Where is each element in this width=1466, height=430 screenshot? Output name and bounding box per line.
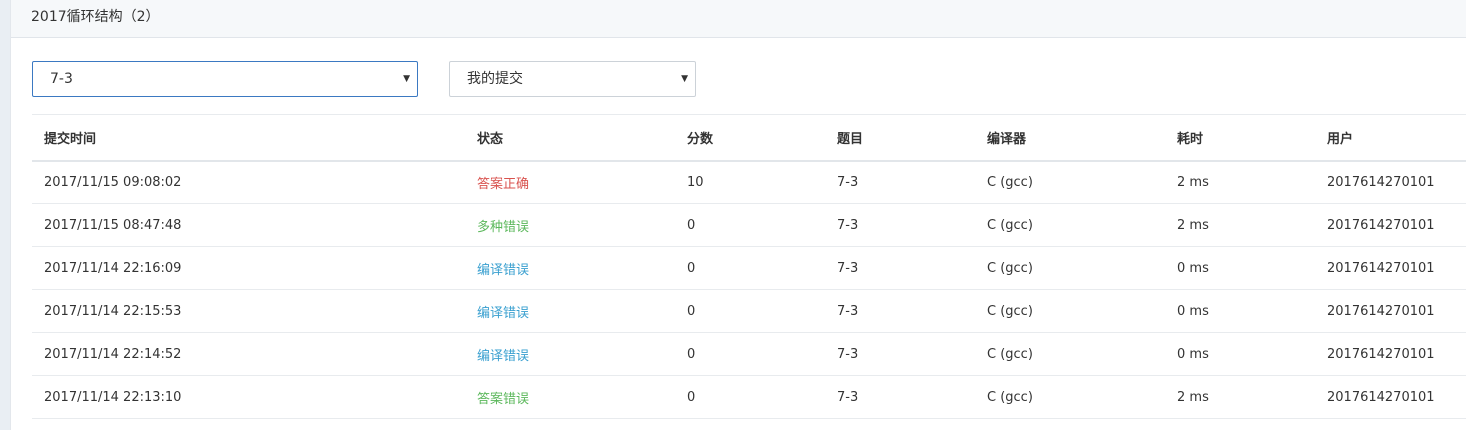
compiler: C (gcc) (975, 203, 1165, 247)
submit-time: 2017/11/14 22:16:09 (32, 246, 465, 290)
column-header-compiler: 编译器 (975, 114, 1165, 162)
submissions-table: 提交时间 状态 分数 题目 编译器 耗时 用户 2017/11/15 09:08… (32, 114, 1466, 419)
user-id: 2017614270101 (1315, 332, 1466, 376)
column-header-status: 状态 (465, 114, 675, 162)
table-row: 2017/11/15 09:08:02 答案正确 10 7-3 C (gcc) … (32, 160, 1466, 204)
user-id: 2017614270101 (1315, 246, 1466, 290)
chevron-down-icon: ▼ (403, 74, 410, 84)
compiler: C (gcc) (975, 289, 1165, 333)
time-cost: 0 ms (1165, 289, 1315, 333)
page-title: 2017循环结构（2） (31, 9, 160, 25)
time-cost: 2 ms (1165, 203, 1315, 247)
submit-time: 2017/11/15 09:08:02 (32, 160, 465, 204)
score-link[interactable]: 0 (675, 375, 825, 419)
table-row: 2017/11/14 22:15:53 编译错误 0 7-3 C (gcc) 0… (32, 289, 1466, 333)
problem-link[interactable]: 7-3 (825, 289, 975, 333)
user-id: 2017614270101 (1315, 203, 1466, 247)
table-row: 2017/11/14 22:16:09 编译错误 0 7-3 C (gcc) 0… (32, 246, 1466, 290)
column-header-problem: 题目 (825, 114, 975, 162)
status-link[interactable]: 答案正确 (465, 160, 675, 204)
compiler: C (gcc) (975, 246, 1165, 290)
submit-time: 2017/11/14 22:14:52 (32, 332, 465, 376)
submit-time: 2017/11/15 08:47:48 (32, 203, 465, 247)
scope-select-value: 我的提交 (467, 71, 523, 87)
table-row: 2017/11/15 08:47:48 多种错误 0 7-3 C (gcc) 2… (32, 203, 1466, 247)
status-link[interactable]: 答案错误 (465, 375, 675, 419)
problem-link[interactable]: 7-3 (825, 332, 975, 376)
status-link[interactable]: 编译错误 (465, 332, 675, 376)
compiler: C (gcc) (975, 375, 1165, 419)
time-cost: 2 ms (1165, 375, 1315, 419)
score-link[interactable]: 10 (675, 160, 825, 204)
table-row: 2017/11/14 22:14:52 编译错误 0 7-3 C (gcc) 0… (32, 332, 1466, 376)
submit-time: 2017/11/14 22:15:53 (32, 289, 465, 333)
time-cost: 2 ms (1165, 160, 1315, 204)
problem-link[interactable]: 7-3 (825, 203, 975, 247)
time-cost: 0 ms (1165, 332, 1315, 376)
problem-select-value: 7-3 (50, 71, 73, 87)
column-header-score: 分数 (675, 114, 825, 162)
page-left-edge (0, 0, 10, 430)
score-link[interactable]: 0 (675, 332, 825, 376)
scope-select[interactable]: 我的提交 ▼ (449, 61, 696, 97)
table-row: 2017/11/14 22:13:10 答案错误 0 7-3 C (gcc) 2… (32, 375, 1466, 419)
time-cost: 0 ms (1165, 246, 1315, 290)
column-header-cost: 耗时 (1165, 114, 1315, 162)
score-link[interactable]: 0 (675, 289, 825, 333)
submissions-panel: 2017循环结构（2） 7-3 ▼ 我的提交 ▼ 提交时间 状态 分数 题目 编… (10, 0, 1466, 430)
user-id: 2017614270101 (1315, 160, 1466, 204)
column-header-user: 用户 (1315, 114, 1466, 162)
table-header-row: 提交时间 状态 分数 题目 编译器 耗时 用户 (32, 114, 1466, 162)
compiler: C (gcc) (975, 160, 1165, 204)
submit-time: 2017/11/14 22:13:10 (32, 375, 465, 419)
column-header-time: 提交时间 (32, 114, 465, 162)
status-link[interactable]: 编译错误 (465, 246, 675, 290)
compiler: C (gcc) (975, 332, 1165, 376)
status-link[interactable]: 多种错误 (465, 203, 675, 247)
user-id: 2017614270101 (1315, 375, 1466, 419)
score-link[interactable]: 0 (675, 246, 825, 290)
chevron-down-icon: ▼ (681, 74, 688, 84)
user-id: 2017614270101 (1315, 289, 1466, 333)
panel-header: 2017循环结构（2） (11, 0, 1466, 38)
problem-link[interactable]: 7-3 (825, 246, 975, 290)
problem-link[interactable]: 7-3 (825, 375, 975, 419)
status-link[interactable]: 编译错误 (465, 289, 675, 333)
problem-link[interactable]: 7-3 (825, 160, 975, 204)
problem-select[interactable]: 7-3 ▼ (32, 61, 418, 97)
score-link[interactable]: 0 (675, 203, 825, 247)
